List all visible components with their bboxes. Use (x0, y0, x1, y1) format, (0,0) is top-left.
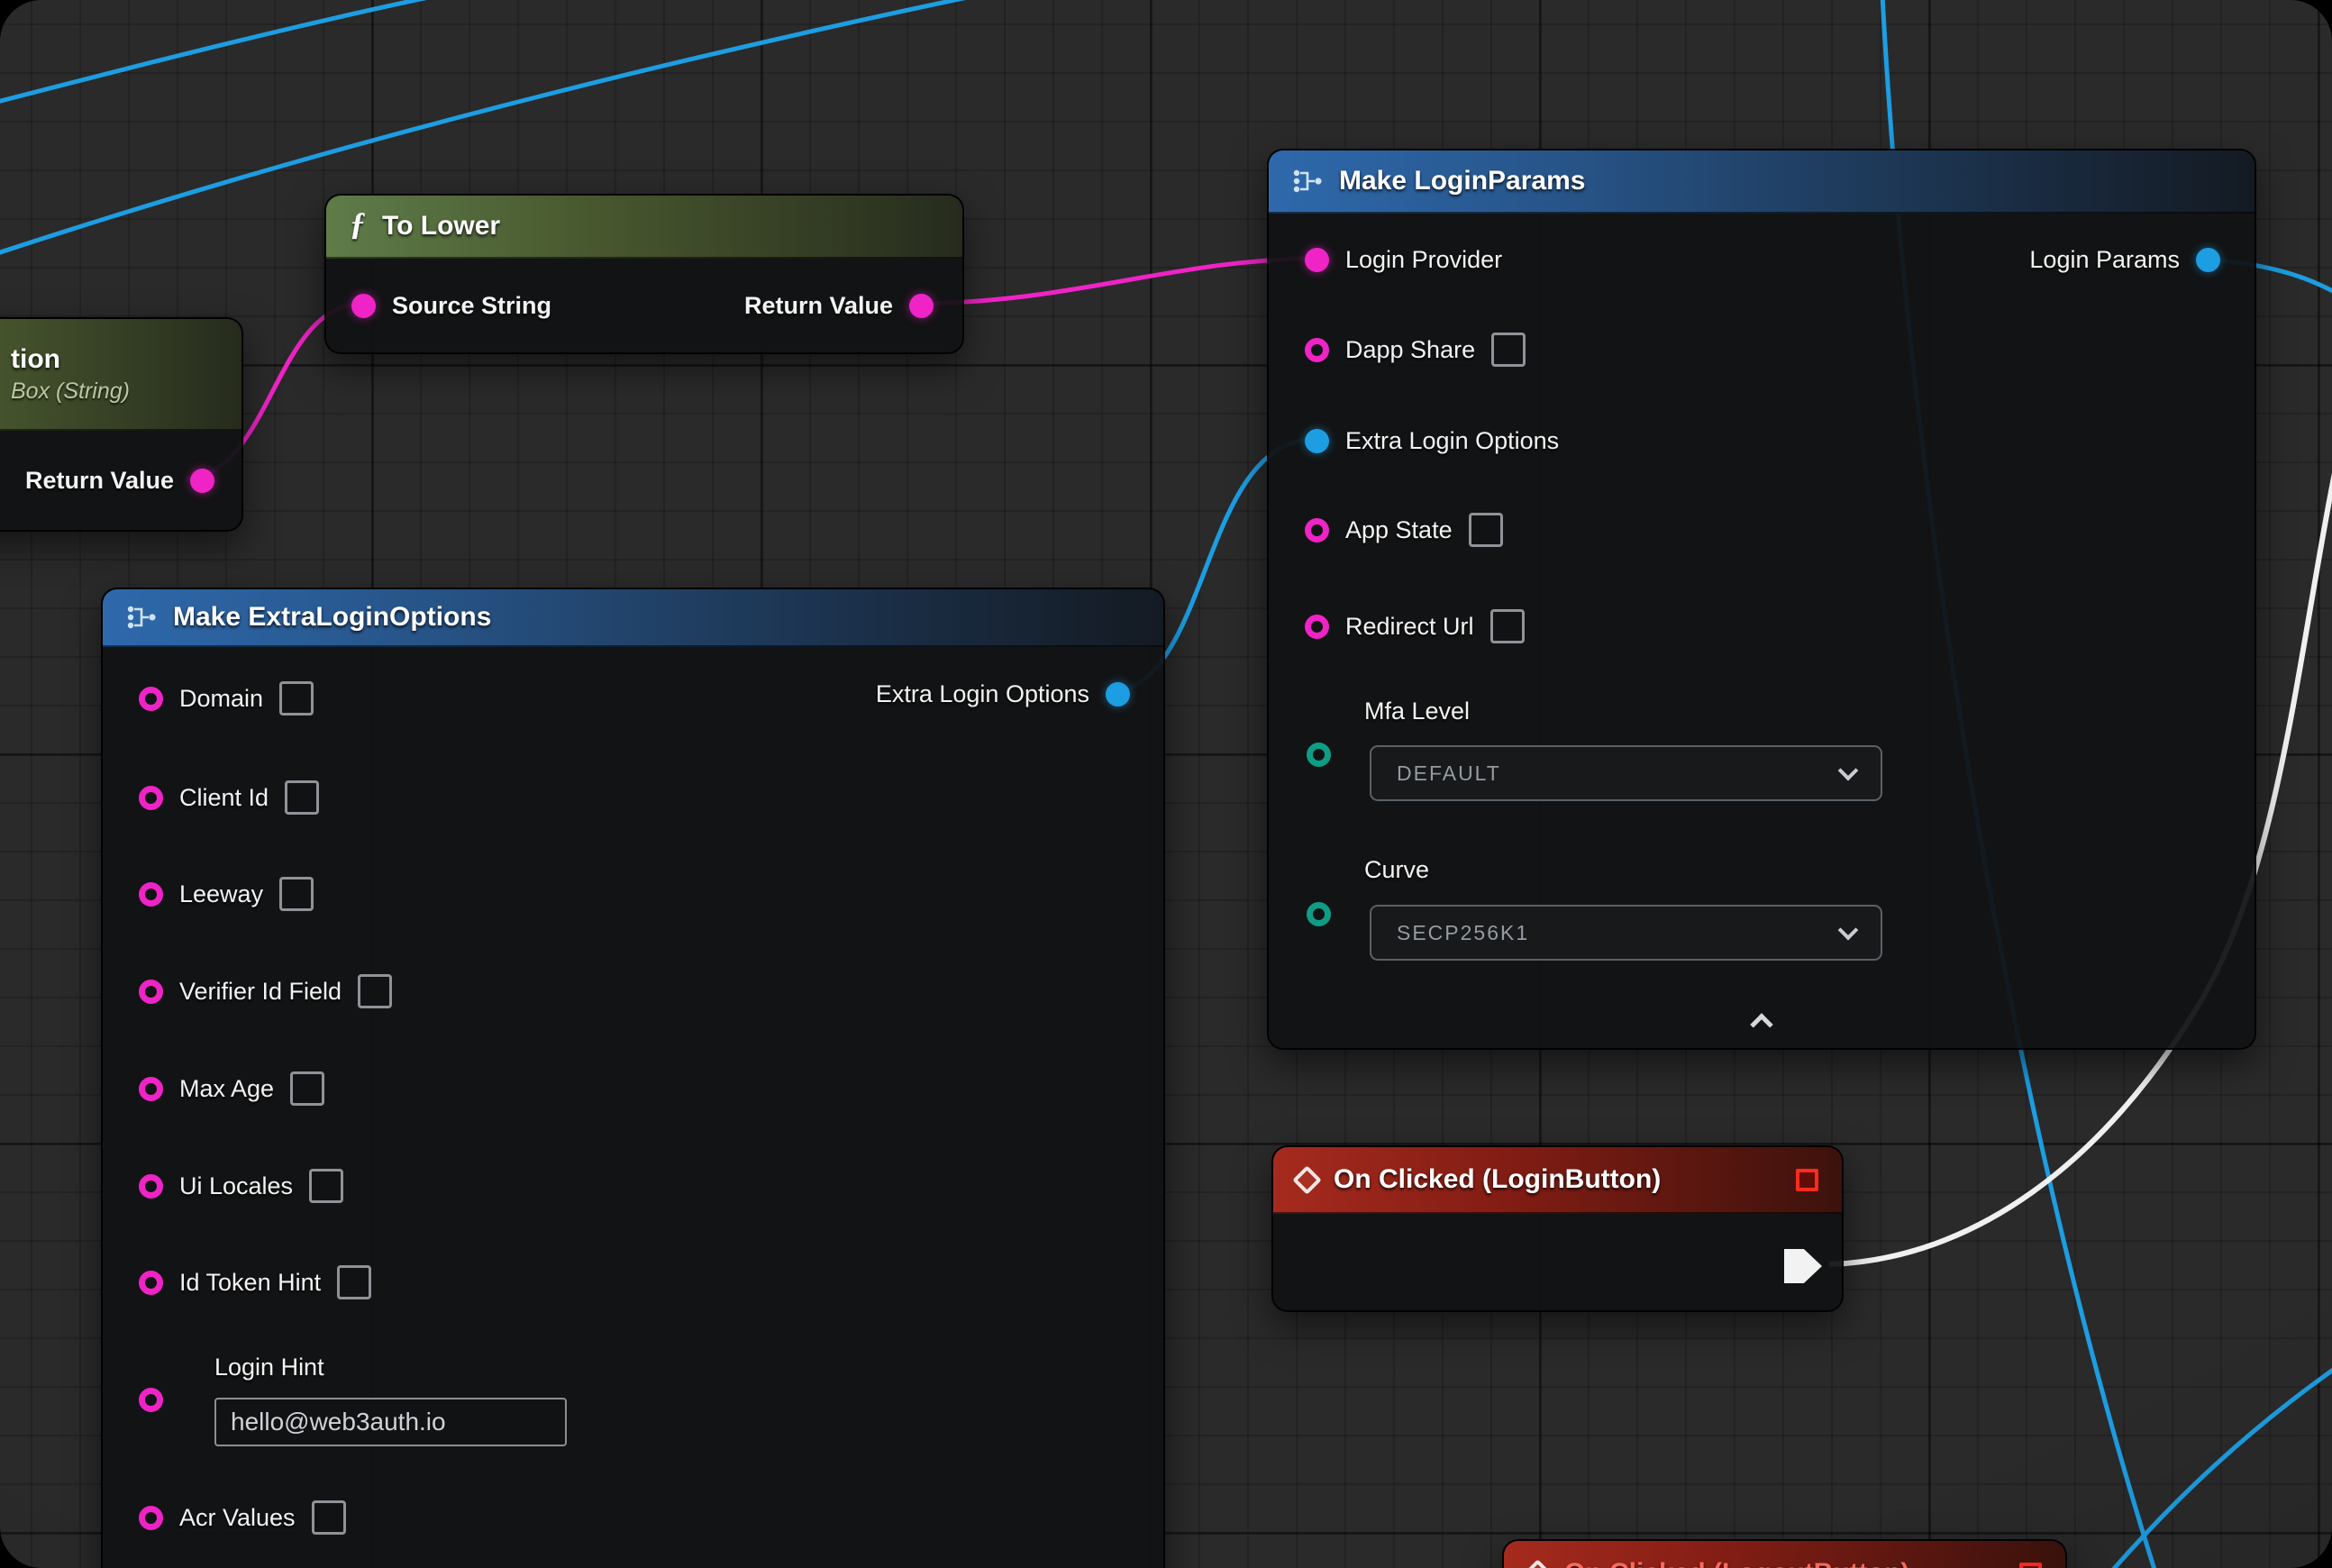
partial-node-subtitle: Box (String) (11, 378, 130, 405)
acr-values-label: Acr Values (179, 1504, 296, 1532)
curve-pin[interactable] (1307, 902, 1331, 926)
make-loginparams-node[interactable]: Make LoginParams Login Provider Dapp Sha… (1267, 149, 2256, 1050)
on-clicked-login-title: On Clicked (LoginButton) (1334, 1164, 1661, 1195)
wire-magenta-tolower-to-loginprovider[interactable] (910, 259, 1315, 304)
domain-label: Domain (179, 685, 263, 713)
dapp-share-pin[interactable] (1305, 338, 1329, 362)
verifier-id-field-label: Verifier Id Field (179, 978, 342, 1006)
partial-left-node[interactable]: tion Box (String) Return Value (0, 317, 243, 532)
client-id-checkbox[interactable] (285, 780, 319, 815)
id-token-hint-label: Id Token Hint (179, 1269, 321, 1297)
client-id-pin[interactable] (139, 786, 163, 810)
app-state-label: App State (1345, 516, 1453, 544)
delegate-red-square-icon[interactable] (2019, 1563, 2042, 1568)
extra-login-options-out-label: Extra Login Options (876, 680, 1089, 708)
id-token-hint-checkbox[interactable] (337, 1265, 371, 1299)
login-hint-input[interactable] (214, 1398, 567, 1446)
leeway-label: Leeway (179, 880, 263, 908)
acr-values-pin[interactable] (139, 1506, 163, 1530)
make-extraloginoptions-node[interactable]: Make ExtraLoginOptions Domain Client Id … (101, 588, 1165, 1568)
verifier-id-field-pin[interactable] (139, 980, 163, 1004)
verifier-id-field-checkbox[interactable] (358, 974, 392, 1008)
exec-output-pin[interactable] (1784, 1249, 1822, 1283)
chevron-down-icon (1838, 761, 1859, 781)
leeway-pin[interactable] (139, 882, 163, 907)
to-lower-return-pin[interactable] (909, 294, 934, 318)
curve-dropdown[interactable]: SECP256K1 (1370, 905, 1882, 961)
ui-locales-label: Ui Locales (179, 1172, 293, 1200)
event-diamond-icon (1523, 1559, 1553, 1568)
leeway-checkbox[interactable] (279, 877, 314, 911)
on-clicked-logout-title: On Clicked (LogoutButton) (1564, 1558, 1909, 1568)
blueprint-graph-canvas[interactable]: tion Box (String) Return Value ƒ To Lowe… (0, 0, 2332, 1568)
delegate-red-square-icon[interactable] (1796, 1169, 1818, 1191)
app-state-checkbox[interactable] (1469, 513, 1503, 547)
domain-checkbox[interactable] (279, 681, 314, 716)
curve-value: SECP256K1 (1397, 921, 1841, 945)
wire-blue-bottom-right[interactable] (2095, 1352, 2332, 1568)
redirect-url-label: Redirect Url (1345, 613, 1474, 641)
client-id-label: Client Id (179, 784, 269, 812)
make-loginparams-title: Make LoginParams (1339, 166, 1585, 196)
curve-label: Curve (1364, 856, 1429, 884)
partial-node-title: tion (11, 344, 60, 375)
make-struct-icon (1292, 168, 1323, 195)
redirect-url-checkbox[interactable] (1490, 609, 1525, 643)
chevron-down-icon (1838, 920, 1859, 941)
source-string-label: Source String (392, 292, 551, 320)
event-diamond-icon (1292, 1165, 1322, 1195)
chevron-up-icon (1750, 1013, 1772, 1035)
extra-login-options-out-pin[interactable] (1106, 682, 1130, 707)
on-clicked-loginbutton-node[interactable]: On Clicked (LoginButton) (1271, 1145, 1844, 1312)
login-provider-label: Login Provider (1345, 246, 1502, 274)
domain-pin[interactable] (139, 687, 163, 711)
return-value-pin[interactable] (190, 469, 214, 493)
app-state-pin[interactable] (1305, 518, 1329, 542)
ui-locales-pin[interactable] (139, 1174, 163, 1199)
acr-values-checkbox[interactable] (312, 1500, 346, 1535)
return-value-label: Return Value (25, 467, 174, 495)
id-token-hint-pin[interactable] (139, 1271, 163, 1295)
function-icon: ƒ (350, 207, 366, 240)
wire-blue-topleft-short[interactable] (0, 0, 559, 108)
mfa-level-pin[interactable] (1307, 743, 1331, 767)
make-extraloginoptions-title: Make ExtraLoginOptions (173, 602, 491, 633)
source-string-pin[interactable] (351, 294, 376, 318)
login-hint-pin[interactable] (139, 1388, 163, 1412)
dapp-share-checkbox[interactable] (1491, 333, 1526, 367)
redirect-url-pin[interactable] (1305, 615, 1329, 639)
extra-login-options-in-label: Extra Login Options (1345, 427, 1559, 455)
to-lower-title: To Lower (382, 211, 500, 242)
login-params-out-label: Login Params (2029, 246, 2180, 274)
on-clicked-logoutbutton-node[interactable]: On Clicked (LogoutButton) (1502, 1539, 2067, 1568)
mfa-level-label: Mfa Level (1364, 697, 1470, 725)
ui-locales-checkbox[interactable] (309, 1169, 343, 1203)
login-provider-pin[interactable] (1305, 248, 1329, 272)
collapse-node-button[interactable] (1730, 1007, 1793, 1043)
make-struct-icon (126, 604, 157, 631)
to-lower-node[interactable]: ƒ To Lower Source String Return Value (324, 194, 964, 354)
max-age-pin[interactable] (139, 1077, 163, 1101)
mfa-level-dropdown[interactable]: DEFAULT (1370, 745, 1882, 801)
max-age-label: Max Age (179, 1075, 274, 1103)
extra-login-options-in-pin[interactable] (1305, 429, 1329, 453)
to-lower-return-label: Return Value (744, 292, 893, 320)
mfa-level-value: DEFAULT (1397, 761, 1841, 786)
login-params-out-pin[interactable] (2196, 248, 2220, 272)
max-age-checkbox[interactable] (290, 1071, 324, 1106)
login-hint-label: Login Hint (214, 1354, 324, 1381)
dapp-share-label: Dapp Share (1345, 336, 1475, 364)
